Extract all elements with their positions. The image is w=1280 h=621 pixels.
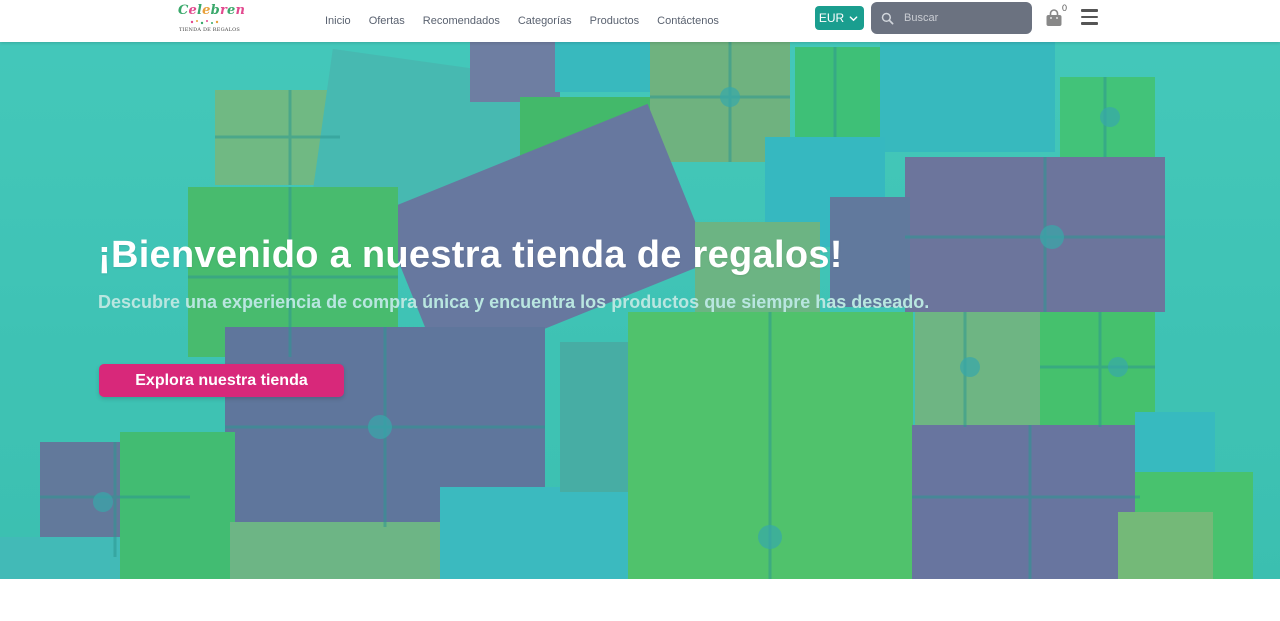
logo-tagline: TIENDA DE REGALOS [179,27,241,33]
logo-wordmark: Celebren [178,3,246,18]
logo-confetti-icon [190,20,219,25]
nav-link-contactenos[interactable]: Contáctenos [657,15,719,27]
cart-count-badge: 0 [1062,3,1068,13]
search-box [871,2,1032,34]
top-navbar: Celebren TIENDA DE REGALOS Inicio Oferta… [0,0,1280,42]
store-logo[interactable]: Celebren TIENDA DE REGALOS [178,3,245,35]
hero-subtitle: Descubre una experiencia de compra única… [98,292,930,312]
explore-store-button[interactable]: Explora nuestra tienda [99,364,344,397]
chevron-down-icon [849,15,858,21]
hero-banner: ¡Bienvenido a nuestra tienda de regalos!… [0,42,1280,579]
nav-link-inicio[interactable]: Inicio [325,15,351,27]
main-nav: Inicio Ofertas Recomendados Categorías P… [325,0,719,42]
currency-select[interactable]: EUR [815,6,864,30]
shopping-bag-icon[interactable] [1044,8,1064,28]
hero-title: ¡Bienvenido a nuestra tienda de regalos! [98,234,843,276]
search-icon [881,12,894,24]
nav-link-categorias[interactable]: Categorías [518,15,572,27]
nav-link-recomendados[interactable]: Recomendados [423,15,500,27]
currency-value: EUR [818,11,845,25]
hamburger-menu-icon[interactable] [1081,9,1100,27]
search-input[interactable] [902,11,1026,25]
nav-link-ofertas[interactable]: Ofertas [369,15,405,27]
nav-link-productos[interactable]: Productos [590,15,640,27]
